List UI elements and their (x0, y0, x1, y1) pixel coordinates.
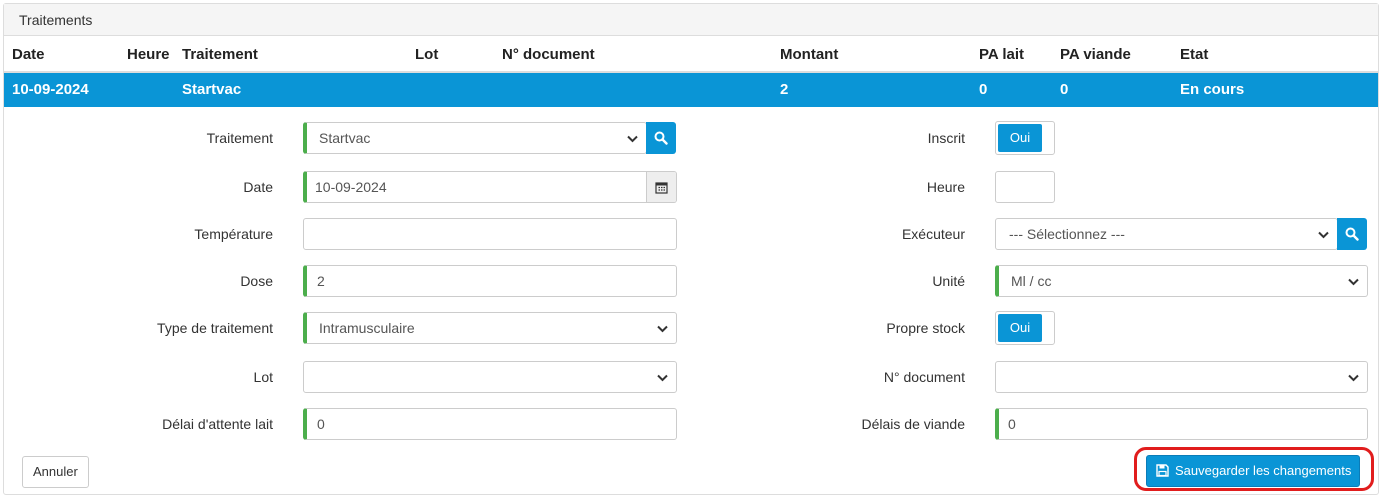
header-date[interactable]: Date (12, 37, 45, 73)
header-document[interactable]: N° document (502, 37, 595, 73)
propre-stock-toggle-on: Oui (998, 314, 1042, 342)
search-icon (654, 131, 668, 145)
inscrit-label: Inscrit (927, 130, 965, 146)
header-heure[interactable]: Heure (127, 37, 170, 73)
panel-title: Traitements (4, 4, 1378, 36)
executeur-label: Exécuteur (901, 226, 965, 242)
cancel-button[interactable]: Annuler (22, 456, 89, 488)
heure-label: Heure (926, 179, 965, 195)
executeur-search-button[interactable] (1337, 218, 1367, 250)
lot-label: Lot (253, 369, 273, 385)
delai-lait-label: Délai d'attente lait (162, 416, 273, 432)
inscrit-toggle-on: Oui (998, 124, 1042, 152)
temperature-input[interactable] (303, 218, 677, 250)
row-montant: 2 (780, 81, 789, 98)
chevron-down-icon (1348, 266, 1359, 296)
document-select[interactable] (995, 361, 1368, 393)
search-icon (1345, 227, 1359, 241)
calendar-icon (655, 181, 668, 194)
traitement-label: Traitement (206, 130, 273, 146)
propre-stock-toggle[interactable]: Oui (995, 311, 1055, 345)
delai-lait-value: 0 (317, 416, 325, 432)
date-input[interactable]: 10-09-2024 (303, 171, 677, 203)
header-pa-viande[interactable]: PA viande (1060, 37, 1131, 73)
unite-select[interactable]: Ml / cc (995, 265, 1368, 297)
header-traitement[interactable]: Traitement (182, 37, 258, 73)
traitement-value: Startvac (319, 130, 371, 146)
unite-label: Unité (932, 273, 965, 289)
chevron-down-icon (1348, 362, 1359, 392)
inscrit-toggle[interactable]: Oui (995, 121, 1055, 155)
delai-viande-value: 0 (1008, 416, 1016, 432)
date-label: Date (243, 179, 273, 195)
table-row[interactable]: 10-09-2024 Startvac 2 0 0 En cours (4, 73, 1378, 107)
executeur-select[interactable]: --- Sélectionnez --- (995, 218, 1338, 250)
date-value: 10-09-2024 (315, 179, 387, 195)
header-montant[interactable]: Montant (780, 37, 838, 73)
chevron-down-icon (627, 123, 638, 153)
type-value: Intramusculaire (319, 320, 415, 336)
row-pa-lait: 0 (979, 81, 988, 98)
dose-input[interactable]: 2 (303, 265, 677, 297)
delai-viande-input[interactable]: 0 (995, 408, 1368, 440)
chevron-down-icon (1318, 219, 1329, 249)
header-etat[interactable]: Etat (1180, 37, 1208, 73)
calendar-button[interactable] (646, 172, 676, 202)
type-label: Type de traitement (157, 320, 273, 336)
temperature-label: Température (194, 226, 273, 242)
header-lot[interactable]: Lot (415, 37, 438, 73)
type-select[interactable]: Intramusculaire (303, 312, 677, 344)
save-icon (1156, 464, 1169, 477)
row-pa-viande: 0 (1060, 81, 1069, 98)
save-button[interactable]: Sauvegarder les changements (1146, 455, 1361, 487)
row-date: 10-09-2024 (12, 81, 89, 98)
traitement-select[interactable]: Startvac (303, 122, 647, 154)
delai-viande-label: Délais de viande (861, 416, 965, 432)
heure-input[interactable] (995, 171, 1055, 203)
delai-lait-input[interactable]: 0 (303, 408, 677, 440)
dose-value: 2 (317, 273, 325, 289)
document-label: N° document (883, 369, 965, 385)
row-traitement: Startvac (182, 81, 242, 98)
row-etat: En cours (1180, 81, 1245, 98)
executeur-value: --- Sélectionnez --- (1009, 226, 1125, 242)
save-button-label: Sauvegarder les changements (1175, 463, 1352, 478)
traitement-search-button[interactable] (646, 122, 676, 154)
dose-label: Dose (240, 273, 273, 289)
lot-select[interactable] (303, 361, 677, 393)
unite-value: Ml / cc (1011, 273, 1052, 289)
chevron-down-icon (657, 362, 668, 392)
header-pa-lait[interactable]: PA lait (979, 37, 1024, 73)
chevron-down-icon (657, 313, 668, 343)
propre-stock-label: Propre stock (886, 320, 965, 336)
table-header: Date Heure Traitement Lot N° document Mo… (4, 37, 1378, 73)
